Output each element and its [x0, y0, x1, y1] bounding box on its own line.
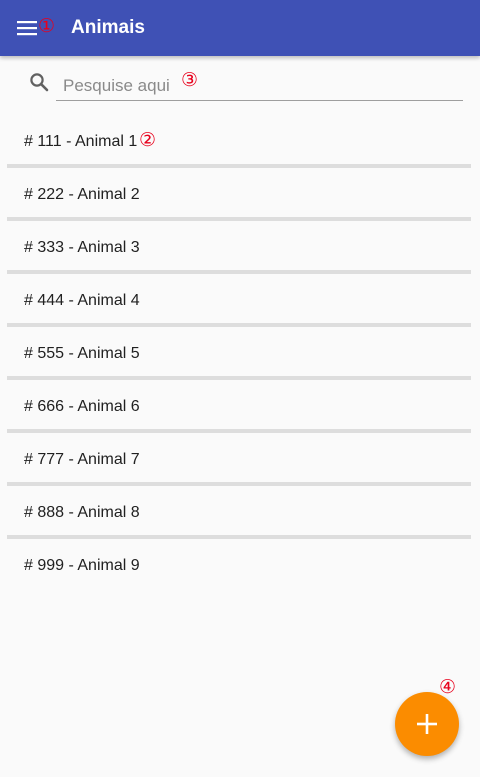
annotation-marker-4: ④ [439, 676, 457, 698]
menu-icon[interactable] [14, 16, 40, 40]
list-item[interactable]: # 222 - Animal 2 [7, 168, 471, 221]
list-item-label: # 111 - Animal 1 [24, 133, 138, 150]
list-item-label: # 222 - Animal 2 [24, 186, 140, 203]
list-item[interactable]: # 888 - Animal 8 [7, 486, 471, 539]
list-item-label: # 333 - Animal 3 [24, 239, 140, 256]
search-input[interactable] [56, 68, 463, 101]
top-app-bar: ① Animais [0, 0, 480, 56]
list-item[interactable]: # 444 - Animal 4 [7, 274, 471, 327]
app-screen: ① Animais ③ # 111 - Animal 1 # 222 - Ani… [0, 0, 480, 777]
annotation-marker-2: ② [139, 129, 157, 151]
list-item[interactable]: # 555 - Animal 5 [7, 327, 471, 380]
list-item-label: # 888 - Animal 8 [24, 504, 140, 521]
list-item-label: # 777 - Animal 7 [24, 451, 140, 468]
list-item-label: # 999 - Animal 9 [24, 557, 140, 574]
annotation-marker-1: ① [38, 15, 56, 37]
annotation-marker-3: ③ [181, 69, 199, 91]
add-animal-button[interactable] [395, 692, 459, 756]
search-bar [0, 56, 480, 112]
page-title: Animais [71, 17, 145, 38]
list-item-label: # 555 - Animal 5 [24, 345, 140, 362]
list-item[interactable]: # 999 - Animal 9 [7, 539, 471, 592]
list-item[interactable]: # 666 - Animal 6 [7, 380, 471, 433]
list-item[interactable]: # 111 - Animal 1 [7, 115, 471, 168]
plus-icon [417, 714, 437, 734]
search-icon [29, 72, 49, 97]
list-item-label: # 666 - Animal 6 [24, 398, 140, 415]
animal-list: # 111 - Animal 1 # 222 - Animal 2 # 333 … [7, 115, 471, 592]
list-item[interactable]: # 777 - Animal 7 [7, 433, 471, 486]
list-item-label: # 444 - Animal 4 [24, 292, 140, 309]
list-item[interactable]: # 333 - Animal 3 [7, 221, 471, 274]
